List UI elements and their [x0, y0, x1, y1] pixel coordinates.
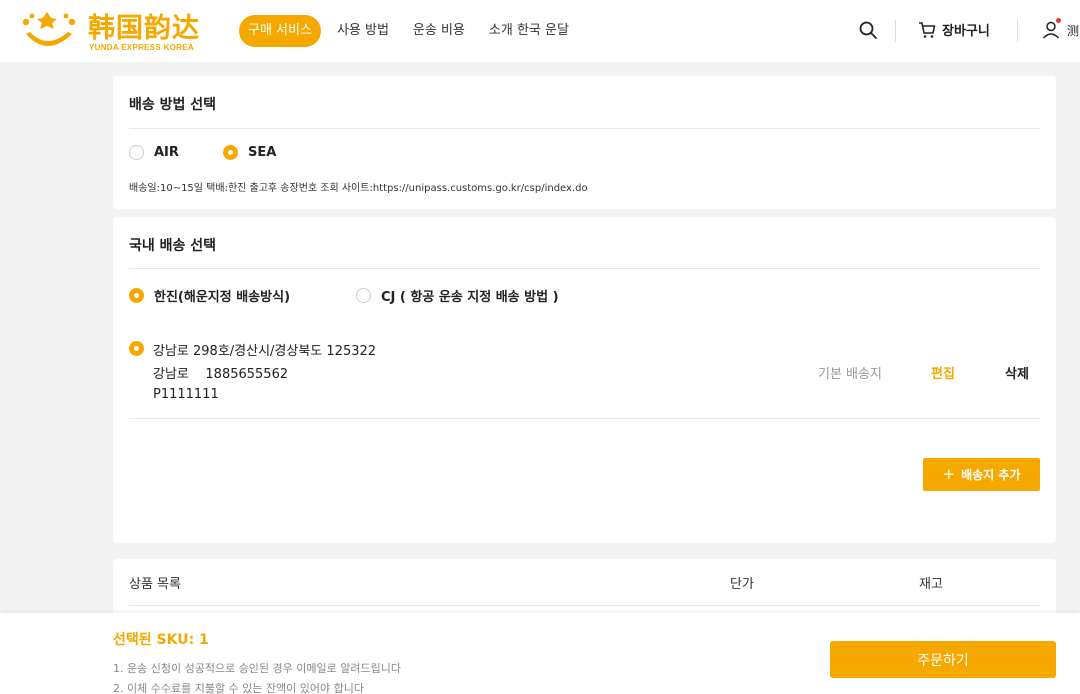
- address-radio-indicator: [129, 341, 144, 356]
- footer-note-2: 2. 이체 수수료를 지불할 수 있는 잔액이 있어야 합니다: [113, 682, 364, 694]
- shipping-note: 배송일:10~15일 택배:한진 출고후 송장번호 조회 사이트:https:/…: [129, 183, 588, 194]
- radio-hanjin-label: 한진(해운지정 배송방식): [154, 290, 291, 305]
- cart-label: 장바구니: [942, 24, 990, 39]
- column-unit-price: 단가: [730, 577, 754, 592]
- nav-about[interactable]: 소개 한국 운달: [489, 15, 569, 47]
- radio-hanjin[interactable]: 한진(해운지정 배송방식): [129, 286, 290, 305]
- user-name: 测: [1067, 24, 1080, 38]
- cart-icon: [919, 21, 936, 38]
- divider: [129, 605, 1040, 606]
- radio-sea[interactable]: SEA: [223, 145, 276, 160]
- radio-cj-indicator: [356, 288, 371, 303]
- set-default-address[interactable]: 기본 배송지: [818, 363, 882, 382]
- shipping-method-title: 배송 방법 선택: [129, 97, 217, 113]
- address-select-radio[interactable]: [129, 341, 144, 356]
- address-line-2: 강남로 1885655562: [153, 367, 289, 382]
- radio-sea-indicator: [223, 145, 238, 160]
- radio-sea-label: SEA: [248, 145, 277, 160]
- cart-button[interactable]: 장바구니: [918, 20, 990, 39]
- logo-chinese-text: 韩国韵达: [88, 13, 200, 44]
- order-button[interactable]: 주문하기: [830, 641, 1056, 678]
- address-line-1: 강남로 298호/경산시/경상북도 125322: [153, 344, 377, 359]
- plus-icon: +: [942, 465, 956, 483]
- nav-how-to-use[interactable]: 사용 방법: [337, 15, 389, 47]
- add-address-button[interactable]: + 배송지 추가: [923, 458, 1040, 491]
- main-nav: 구매 서비스 사용 방법 운송 비용 소개 한국 운달: [239, 15, 593, 47]
- user-icon: [1042, 21, 1060, 39]
- radio-air[interactable]: AIR: [129, 145, 179, 160]
- user-menu[interactable]: 测: [1040, 18, 1080, 44]
- yunda-logo[interactable]: 韩国韵达 YUNDA EXPRESS KOREA: [20, 10, 210, 54]
- domestic-delivery-title: 국내 배송 선택: [129, 238, 217, 254]
- nav-purchase-service[interactable]: 구매 서비스: [239, 15, 321, 47]
- domestic-delivery-card: 국내 배송 선택 한진(해운지정 배송방식) CJ ( 항공 운송 지정 배송 …: [113, 217, 1056, 543]
- divider: [129, 268, 1040, 269]
- divider: [129, 128, 1040, 129]
- header-divider: [895, 20, 896, 42]
- logo-english-text: YUNDA EXPRESS KOREA: [89, 43, 194, 52]
- header-divider: [1017, 20, 1018, 42]
- column-product-list: 상품 목록: [129, 577, 181, 592]
- nav-shipping-cost[interactable]: 운송 비용: [413, 15, 465, 47]
- notification-dot: [1056, 18, 1061, 23]
- radio-cj-label: CJ ( 항공 운송 지정 배송 방법 ): [381, 290, 559, 305]
- radio-hanjin-indicator: [129, 288, 144, 303]
- selected-sku-count: 선택된 SKU: 1: [113, 632, 209, 648]
- radio-air-label: AIR: [154, 145, 179, 160]
- radio-cj[interactable]: CJ ( 항공 운송 지정 배송 방법 ): [356, 286, 559, 305]
- radio-air-indicator: [129, 145, 144, 160]
- divider: [129, 418, 1040, 419]
- product-list-card: 상품 목록 단가 재고: [113, 559, 1056, 619]
- delete-address-button[interactable]: 삭제: [1005, 363, 1029, 382]
- column-stock: 재고: [919, 577, 943, 592]
- top-header: 韩国韵达 YUNDA EXPRESS KOREA 구매 서비스 사용 방법 운송…: [0, 0, 1080, 62]
- order-footer: 선택된 SKU: 1 1. 운송 신청이 성공적으로 승인된 경우 이메일로 알…: [0, 613, 1080, 694]
- shipping-method-card: 배송 방법 선택 AIR SEA 배송일:10~15일 택배:한진 출고후 송장…: [113, 76, 1056, 209]
- edit-address-button[interactable]: 편집: [931, 363, 955, 382]
- add-address-label: 배송지 추가: [961, 468, 1021, 482]
- address-line-3: P1111111: [153, 387, 219, 402]
- yunda-logo-icon: [22, 12, 76, 46]
- footer-note-1: 1. 운송 신청이 성공적으로 승인된 경우 이메일로 알려드립니다: [113, 662, 401, 675]
- search-icon[interactable]: [858, 20, 878, 40]
